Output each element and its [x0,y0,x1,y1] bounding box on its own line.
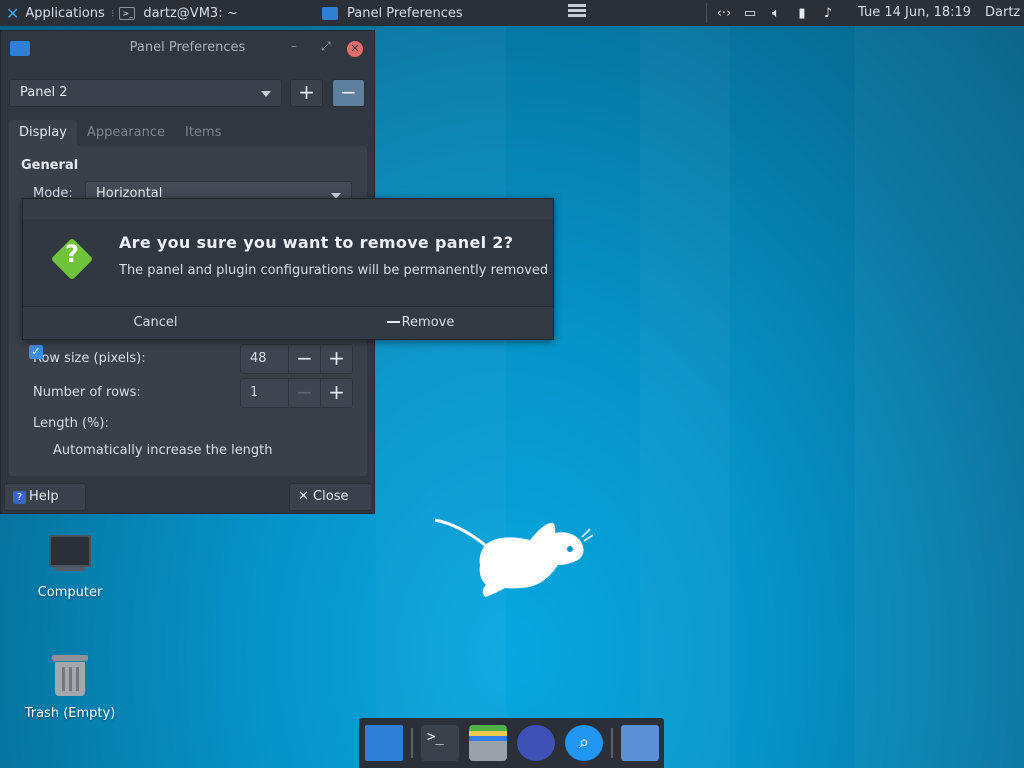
help-icon: ? [13,491,26,504]
trash-icon [55,662,85,696]
close-button-label: Close [313,489,349,504]
rows-label: Number of rows: [33,385,141,400]
network-icon[interactable]: ‹·› [716,6,732,21]
help-button[interactable]: ? Help [4,483,86,511]
length-label: Length (%): [33,416,109,431]
applications-menu[interactable]: ✕ Applications [0,0,105,26]
window-titlebar[interactable]: Panel Preferences – ⤢ ✕ [1,31,374,65]
panel-select[interactable]: Panel 2 [9,79,282,107]
tab-bar: Display Appearance Items [9,120,231,146]
desktop-icon-label: Computer [37,585,103,600]
top-panel: ✕ Applications ⁝ >_ dartz@VM3: ~ Panel P… [0,0,1024,26]
chevron-down-icon [261,91,271,97]
folder-icon[interactable] [621,725,659,761]
tab-items[interactable]: Items [175,120,231,146]
remove-panel-button[interactable]: − [332,79,365,107]
rows-increase-button[interactable]: + [320,379,352,407]
user-menu[interactable]: Dartz [985,5,1020,20]
terminal-icon[interactable]: >_ [421,725,459,761]
workspace-switcher-icon[interactable] [566,2,588,22]
auto-length-checkbox[interactable]: ✓ [29,345,43,359]
task-terminal-label: dartz@VM3: ~ [143,5,238,21]
remove-button[interactable]: Remove [288,307,553,340]
tab-display[interactable]: Display [9,120,77,146]
row-size-decrease-button[interactable]: − [288,345,320,373]
file-manager-icon[interactable] [469,725,507,761]
desktop-icon[interactable] [365,725,403,761]
terminal-icon: >_ [119,6,136,20]
xfce-mouse-logo [434,518,594,597]
dialog-message: The panel and plugin configurations will… [119,263,549,278]
dock-separator [411,728,413,758]
app-finder-icon[interactable]: ⌕ [565,725,603,761]
minimize-button[interactable]: – [291,39,297,53]
desktop-icon-label: Trash (Empty) [24,706,116,721]
cancel-button-label: Cancel [133,315,178,330]
bottom-dock: >_ ⌕ [359,718,664,768]
clock[interactable]: Tue 14 Jun, 18:19 [858,5,971,20]
battery-icon[interactable]: ▮ [794,6,810,21]
help-button-label: Help [29,489,59,504]
tab-appearance[interactable]: Appearance [77,120,175,146]
remove-button-label: Remove [401,315,455,330]
close-icon: ✕ [298,489,309,504]
rows-decrease-button[interactable]: − [288,379,320,407]
desktop-icon-computer[interactable]: Computer [15,535,125,600]
desktop-icon-trash[interactable]: Trash (Empty) [15,655,125,721]
window-title: Panel Preferences [129,40,246,55]
system-tray: ‹·› ▭ 🔈︎ ▮ ♪ [716,0,836,26]
task-panel-preferences[interactable]: Panel Preferences [322,0,463,26]
maximize-button[interactable]: ⤢ [321,39,331,54]
panel-select-value: Panel 2 [20,85,68,100]
cancel-button[interactable]: Cancel [23,307,288,340]
auto-length-label[interactable]: Automatically increase the length [53,443,273,458]
dialog-titlebar[interactable] [23,199,553,219]
row-size-spinner[interactable]: 48 − + [240,344,353,374]
panel-separator: ⁝ [110,6,115,20]
display-icon[interactable]: ▭ [742,6,758,21]
remove-panel-dialog: ? Are you sure you want to remove panel … [22,198,554,340]
rows-value: 1 [250,385,259,400]
desktop-stripe [376,26,506,768]
volume-icon[interactable]: 🔈︎ [768,6,784,21]
trash-lid [52,655,88,661]
web-browser-icon[interactable] [517,725,555,761]
row-size-increase-button[interactable]: + [320,345,352,373]
task-panel-preferences-label: Panel Preferences [347,5,463,21]
row-size-value: 48 [250,351,267,366]
panel-preferences-icon [322,6,338,20]
applications-label: Applications [25,5,105,21]
section-general-heading: General [21,158,79,173]
minus-icon [386,320,400,323]
xfce-logo-icon: ✕ [6,3,20,23]
question-mark-icon: ? [65,240,79,268]
computer-icon [49,535,91,567]
add-panel-button[interactable]: + [290,79,323,107]
dialog-heading: Are you sure you want to remove panel 2? [119,233,514,252]
close-button[interactable]: ✕ Close [289,483,372,511]
monitor-stand [55,567,85,571]
desktop-stripe [640,26,730,768]
rows-spinner[interactable]: 1 − + [240,378,353,408]
row-size-label: Row size (pixels): [33,351,146,366]
notifications-icon[interactable]: ♪ [820,6,836,21]
close-window-button[interactable]: ✕ [347,41,363,57]
dialog-button-row: Cancel Remove [23,306,553,339]
dock-separator [611,728,613,758]
panel-divider [706,3,707,23]
task-terminal[interactable]: >_ dartz@VM3: ~ [119,0,238,26]
desktop-stripe [855,26,1024,768]
